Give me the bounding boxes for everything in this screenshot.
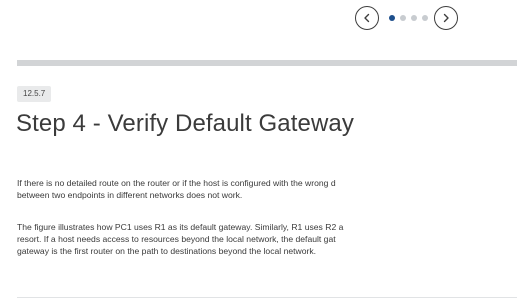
paragraph-2: The figure illustrates how PC1 uses R1 a… bbox=[17, 221, 517, 257]
paragraph-1-line-2: between two endpoints in different netwo… bbox=[17, 190, 243, 200]
page-dot-3[interactable] bbox=[411, 15, 417, 21]
chevron-left-icon bbox=[364, 13, 370, 23]
paragraph-2-line-3: gateway is the first router on the path … bbox=[17, 246, 317, 256]
page-dot-1[interactable] bbox=[389, 15, 395, 21]
paragraph-1: If there is no detailed route on the rou… bbox=[17, 177, 517, 201]
page-navigation bbox=[355, 6, 485, 36]
previous-page-button[interactable] bbox=[355, 6, 379, 30]
page-title: Step 4 - Verify Default Gateway bbox=[16, 110, 354, 137]
paragraph-2-line-2: resort. If a host needs access to resour… bbox=[17, 234, 336, 244]
page-dot-4[interactable] bbox=[422, 15, 428, 21]
paragraph-1-line-1: If there is no detailed route on the rou… bbox=[17, 178, 336, 188]
page-dot-2[interactable] bbox=[400, 15, 406, 21]
next-page-button[interactable] bbox=[434, 6, 458, 30]
content-divider bbox=[17, 297, 517, 298]
paragraph-2-line-1: The figure illustrates how PC1 uses R1 a… bbox=[17, 222, 344, 232]
section-divider bbox=[17, 60, 517, 66]
section-number-badge: 12.5.7 bbox=[17, 86, 52, 102]
page-indicator bbox=[389, 15, 428, 21]
chevron-right-icon bbox=[443, 13, 449, 23]
